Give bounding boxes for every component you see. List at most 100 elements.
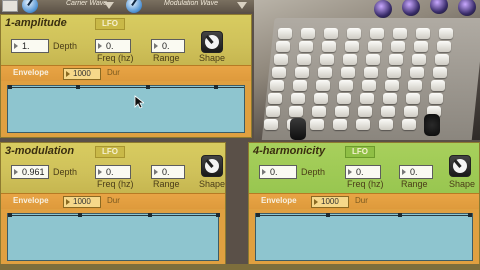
controller-pad bbox=[264, 119, 278, 130]
envelope-point[interactable] bbox=[8, 213, 12, 217]
modulation-wave-selector-icon[interactable] bbox=[126, 0, 142, 13]
envelope-point[interactable] bbox=[256, 213, 260, 217]
controller-pad bbox=[416, 28, 430, 39]
controller-pad bbox=[435, 54, 449, 65]
controller-pad bbox=[356, 119, 370, 130]
envelope-editor[interactable] bbox=[255, 213, 473, 261]
lfo-tab[interactable]: LFO bbox=[345, 146, 375, 158]
range-label: Range bbox=[153, 179, 180, 189]
controller-knob bbox=[424, 114, 440, 136]
controller-pad bbox=[364, 67, 378, 78]
depth-input[interactable]: 0.961 bbox=[11, 165, 49, 179]
envelope-editor[interactable] bbox=[7, 213, 220, 261]
controller-pad bbox=[402, 119, 416, 130]
controller-pad bbox=[268, 93, 282, 104]
controller-pad bbox=[404, 106, 418, 117]
modulation-dropdown-arrow-icon[interactable] bbox=[237, 2, 247, 9]
controller-pad bbox=[274, 54, 288, 65]
panel-title: 4-harmonicity bbox=[253, 145, 326, 157]
depth-label: Depth bbox=[53, 41, 78, 51]
range-input[interactable]: 0. bbox=[151, 39, 185, 53]
controller-pad bbox=[339, 80, 353, 91]
controller-pad bbox=[370, 28, 384, 39]
dur-input[interactable]: 1000 bbox=[311, 196, 349, 208]
modulation-wave-label: Modulation Wave bbox=[164, 0, 218, 7]
controller-pad bbox=[433, 67, 447, 78]
shape-button[interactable] bbox=[201, 31, 223, 53]
controller-pad bbox=[322, 41, 336, 52]
envelope-point[interactable] bbox=[398, 213, 402, 217]
range-input[interactable]: 0. bbox=[399, 165, 433, 179]
shape-dial-icon bbox=[205, 159, 219, 173]
carrier-wave-label: Carrier Wave bbox=[66, 0, 108, 7]
dur-label: Dur bbox=[107, 196, 120, 205]
controller-pad bbox=[387, 67, 401, 78]
envelope-editor[interactable] bbox=[7, 85, 245, 133]
dur-input[interactable]: 1000 bbox=[63, 68, 101, 80]
controller-pad bbox=[297, 54, 311, 65]
controller-knob bbox=[374, 0, 392, 18]
dur-input[interactable]: 1000 bbox=[63, 196, 101, 208]
controller-pad bbox=[337, 93, 351, 104]
depth-input[interactable]: 0. bbox=[259, 165, 297, 179]
shape-label: Shape bbox=[199, 179, 226, 189]
freq-input[interactable]: 0. bbox=[345, 165, 381, 179]
envelope-point[interactable] bbox=[78, 213, 82, 217]
controller-pad bbox=[301, 28, 315, 39]
controller-knob bbox=[402, 0, 420, 16]
controller-pad bbox=[278, 28, 292, 39]
controller-pad bbox=[412, 54, 426, 65]
range-input[interactable]: 0. bbox=[151, 165, 185, 179]
envelope-point[interactable] bbox=[216, 213, 220, 217]
controller-pad bbox=[429, 93, 443, 104]
controller-pad bbox=[343, 54, 357, 65]
envelope-point[interactable] bbox=[8, 85, 12, 89]
controller-pad bbox=[270, 80, 284, 91]
envelope-point[interactable] bbox=[468, 213, 472, 217]
panel-title: 3-modulation bbox=[5, 145, 75, 157]
envelope-point[interactable] bbox=[76, 85, 80, 89]
envelope-point[interactable] bbox=[326, 213, 330, 217]
shape-label: Shape bbox=[449, 179, 476, 189]
controller-pad bbox=[368, 41, 382, 52]
controller-pad bbox=[276, 41, 290, 52]
envelope-label: Envelope bbox=[261, 196, 297, 205]
envelope-point[interactable] bbox=[146, 85, 150, 89]
controller-pad bbox=[291, 93, 305, 104]
shape-button[interactable] bbox=[201, 155, 223, 177]
controller-pad bbox=[324, 28, 338, 39]
dur-label: Dur bbox=[107, 68, 120, 77]
controller-pad bbox=[347, 28, 361, 39]
carrier-dropdown-arrow-icon[interactable] bbox=[104, 2, 114, 9]
envelope-label: Envelope bbox=[13, 196, 49, 205]
carrier-wave-selector-icon[interactable] bbox=[22, 0, 38, 13]
amplitude-panel: 1-amplitude LFO 1. Depth 0. Freq (hz) 0.… bbox=[0, 14, 252, 138]
controller-pad bbox=[439, 28, 453, 39]
shape-dial-icon bbox=[205, 35, 219, 49]
dur-label: Dur bbox=[355, 196, 368, 205]
controller-pad bbox=[362, 80, 376, 91]
controller-pad bbox=[358, 106, 372, 117]
envelope-point[interactable] bbox=[214, 85, 218, 89]
toolbar-button[interactable] bbox=[2, 0, 18, 12]
freq-input[interactable]: 0. bbox=[95, 165, 131, 179]
shape-button[interactable] bbox=[449, 155, 471, 177]
controller-fader bbox=[290, 118, 306, 140]
hardware-controller-photo bbox=[254, 0, 480, 140]
controller-pad bbox=[320, 54, 334, 65]
envelope-label: Envelope bbox=[13, 68, 49, 77]
freq-label: Freq (hz) bbox=[97, 53, 134, 63]
controller-pad bbox=[437, 41, 451, 52]
controller-pad bbox=[316, 80, 330, 91]
envelope-point[interactable] bbox=[148, 213, 152, 217]
range-label: Range bbox=[401, 179, 428, 189]
controller-pad bbox=[341, 67, 355, 78]
mouse-cursor-icon bbox=[134, 95, 144, 109]
depth-input[interactable]: 1. bbox=[11, 39, 49, 53]
lfo-tab[interactable]: LFO bbox=[95, 146, 125, 158]
lfo-tab[interactable]: LFO bbox=[95, 18, 125, 30]
freq-input[interactable]: 0. bbox=[95, 39, 131, 53]
controller-pad bbox=[408, 80, 422, 91]
controller-pad bbox=[414, 41, 428, 52]
controller-pad bbox=[310, 119, 324, 130]
